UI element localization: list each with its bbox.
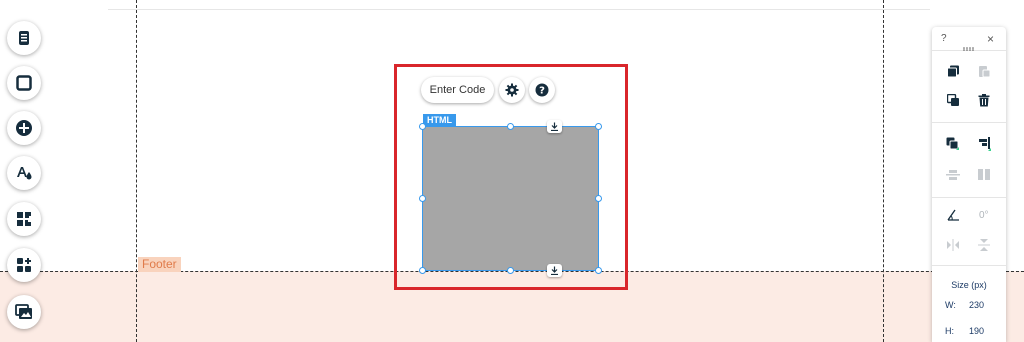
resize-handle-bottom-left[interactable] [419,267,426,274]
duplicate-icon [946,93,959,106]
panel-header: ? × [932,27,1006,51]
arrange-layers-icon [946,137,959,150]
height-label: H: [945,326,954,336]
download-arrow-icon [551,122,558,131]
match-size-icon [978,169,990,180]
add-apps-button[interactable] [7,248,41,282]
pages-button[interactable] [7,21,41,55]
angle-icon [946,209,959,221]
align-button[interactable] [977,137,991,151]
width-label: W: [945,300,956,310]
panel-divider [932,265,1006,266]
stretch-top-button[interactable] [547,120,562,133]
panel-help-button[interactable]: ? [941,33,947,44]
width-input[interactable]: 230 [969,300,984,310]
design-icon [17,167,32,180]
svg-text:?: ? [539,86,545,97]
distribute-icon [946,170,960,180]
app-market-button[interactable] [7,202,41,236]
footer-label[interactable]: Footer [138,257,181,272]
resize-handle-bottom[interactable] [507,267,514,274]
design-button[interactable] [7,156,41,190]
drag-handle-icon[interactable] [963,38,975,56]
download-arrow-icon [551,266,558,275]
align-right-icon [979,137,991,151]
flip-vertical-icon [978,239,990,251]
match-size-button[interactable] [977,168,991,182]
resize-handle-left[interactable] [419,195,426,202]
left-page-guide [136,0,137,342]
copy-button[interactable] [946,64,960,78]
background-button[interactable] [7,66,41,100]
media-icon [15,304,32,319]
gear-icon [505,83,519,97]
trash-icon [978,93,990,106]
header-divider [108,9,930,10]
stretch-bottom-button[interactable] [547,264,562,277]
add-button[interactable] [7,111,41,145]
media-button[interactable] [7,295,41,329]
paste-icon [978,65,990,77]
add-icon [16,120,32,136]
resize-handle-bottom-right[interactable] [595,267,602,274]
app-market-icon [17,212,31,226]
arrange-button[interactable] [946,137,960,151]
add-apps-icon [17,258,31,272]
html-embed-element[interactable] [422,126,599,271]
size-label: Size (px) [951,280,987,290]
paste-button[interactable] [977,64,991,78]
flip-horizontal-icon [947,239,959,251]
distribute-button[interactable] [946,168,960,182]
flip-vertical-button[interactable] [977,238,991,252]
panel-divider [932,197,1006,198]
rotation-value[interactable]: 0° [979,210,989,221]
enter-code-button[interactable]: Enter Code [421,77,494,103]
delete-button[interactable] [977,93,991,107]
right-page-guide [883,0,884,342]
background-icon [16,75,32,91]
duplicate-button[interactable] [946,93,960,107]
resize-handle-top[interactable] [507,123,514,130]
pages-icon [19,31,29,45]
help-icon: ? [535,83,549,97]
resize-handle-right[interactable] [595,195,602,202]
flip-horizontal-button[interactable] [946,238,960,252]
panel-close-button[interactable]: × [987,32,994,46]
help-button[interactable]: ? [529,77,555,103]
height-input[interactable]: 190 [969,326,984,336]
tools-panel: ? × 0° Size (px) W: 230 H: 190 [932,27,1006,342]
resize-handle-top-left[interactable] [419,123,426,130]
rotate-button[interactable] [946,208,960,222]
resize-handle-top-right[interactable] [595,123,602,130]
panel-divider [932,122,1006,123]
copy-icon [946,65,959,77]
settings-button[interactable] [499,77,525,103]
